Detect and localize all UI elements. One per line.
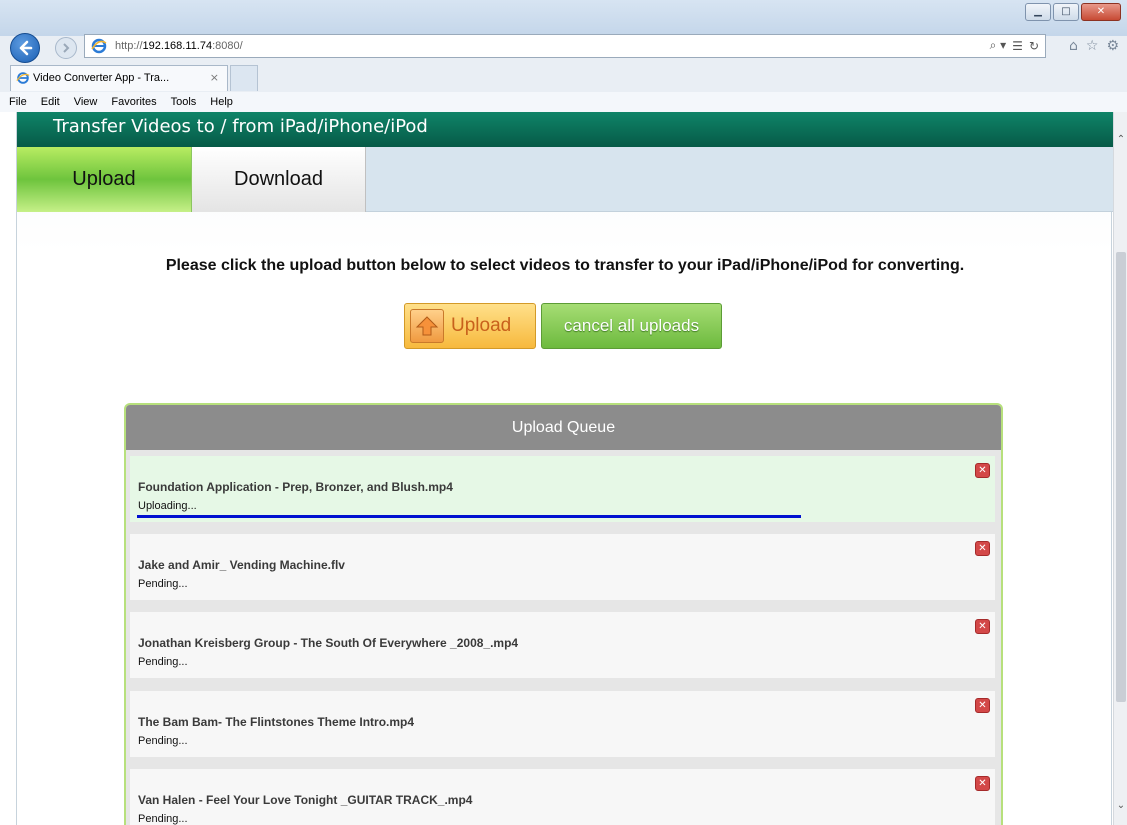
app-frame: Transfer Videos to / from iPad/iPhone/iP… bbox=[16, 112, 1113, 825]
ie-favicon-icon bbox=[16, 72, 30, 84]
upload-instruction: Please click the upload button below to … bbox=[165, 257, 965, 274]
upload-queue: Upload Queue Foundation Application - Pr… bbox=[124, 403, 1003, 825]
queue-item-filename: Jonathan Kreisberg Group - The South Of … bbox=[138, 636, 519, 650]
menu-edit[interactable]: Edit bbox=[41, 96, 60, 108]
search-dropdown-icon[interactable]: ⌕ ▾ bbox=[990, 38, 1007, 53]
gear-icon[interactable]: ⚙ bbox=[1106, 38, 1119, 54]
browser-tab-row: Video Converter App - Tra... × bbox=[0, 64, 1127, 92]
queue-item-filename: Jake and Amir_ Vending Machine.flv bbox=[138, 558, 345, 572]
remove-item-icon[interactable]: ✕ bbox=[975, 541, 990, 556]
page-scrollbar[interactable]: ⌃ ⌄ bbox=[1113, 112, 1127, 825]
menu-view[interactable]: View bbox=[74, 96, 98, 108]
compatibility-view-icon[interactable]: ☰ bbox=[1012, 39, 1023, 53]
queue-item-filename: The Bam Bam- The Flintstones Theme Intro… bbox=[138, 715, 415, 729]
tab-download[interactable]: Download bbox=[192, 147, 366, 212]
window-controls: ▁ □ ✕ bbox=[1025, 3, 1121, 21]
scroll-up-icon[interactable]: ⌃ bbox=[1116, 134, 1126, 145]
remove-item-icon[interactable]: ✕ bbox=[975, 698, 990, 713]
browser-tab-title: Video Converter App - Tra... bbox=[33, 72, 170, 84]
upload-arrow-icon bbox=[410, 309, 444, 343]
menu-bar: File Edit View Favorites Tools Help bbox=[0, 92, 1127, 112]
app-header: Transfer Videos to / from iPad/iPhone/iP… bbox=[17, 112, 1113, 147]
menu-file[interactable]: File bbox=[9, 96, 27, 108]
menu-help[interactable]: Help bbox=[210, 96, 233, 108]
app-tabs: Upload Download bbox=[17, 147, 1113, 212]
queue-item: Jake and Amir_ Vending Machine.flv Pendi… bbox=[130, 534, 995, 600]
scrollbar-thumb[interactable] bbox=[1116, 252, 1126, 702]
home-icon[interactable]: ⌂ bbox=[1069, 38, 1078, 54]
queue-item-status: Pending... bbox=[138, 813, 188, 825]
queue-item-status: Pending... bbox=[138, 578, 188, 590]
star-icon[interactable]: ☆ bbox=[1086, 38, 1099, 54]
upload-queue-title: Upload Queue bbox=[126, 405, 1001, 450]
browser-nav-row: http://192.168.11.74:8080/ ⌕ ▾ ☰ ↻ ⌂ ☆ ⚙ bbox=[0, 30, 1127, 64]
arrow-left-icon bbox=[19, 40, 33, 56]
refresh-icon[interactable]: ↻ bbox=[1029, 39, 1039, 53]
page-viewport: Transfer Videos to / from iPad/iPhone/iP… bbox=[0, 112, 1113, 825]
arrow-right-icon bbox=[63, 43, 70, 53]
scroll-down-icon[interactable]: ⌄ bbox=[1116, 800, 1126, 811]
new-tab-button[interactable] bbox=[230, 65, 258, 91]
queue-item-filename: Van Halen - Feel Your Love Tonight _GUIT… bbox=[138, 793, 473, 807]
minimize-button[interactable]: ▁ bbox=[1025, 3, 1051, 21]
ie-logo-icon bbox=[91, 38, 107, 54]
cancel-all-uploads-button[interactable]: cancel all uploads bbox=[541, 303, 722, 349]
queue-item: Van Halen - Feel Your Love Tonight _GUIT… bbox=[130, 769, 995, 825]
address-tools: ⌕ ▾ ☰ ↻ bbox=[990, 38, 1039, 53]
upload-button[interactable]: Upload bbox=[404, 303, 536, 349]
minimize-icon: ▁ bbox=[1034, 6, 1042, 17]
back-button[interactable] bbox=[10, 33, 40, 63]
address-bar[interactable]: http://192.168.11.74:8080/ ⌕ ▾ ☰ ↻ bbox=[84, 34, 1046, 58]
upload-button-label: Upload bbox=[451, 315, 512, 336]
menu-tools[interactable]: Tools bbox=[171, 96, 197, 108]
close-icon: ✕ bbox=[1096, 6, 1106, 17]
remove-item-icon[interactable]: ✕ bbox=[975, 463, 990, 478]
upload-progress-bar bbox=[137, 515, 801, 518]
queue-item-filename: Foundation Application - Prep, Bronzer, … bbox=[138, 480, 453, 494]
remove-item-icon[interactable]: ✕ bbox=[975, 619, 990, 634]
maximize-icon: □ bbox=[1061, 6, 1071, 17]
maximize-button[interactable]: □ bbox=[1053, 3, 1079, 21]
browser-toolbar-icons: ⌂ ☆ ⚙ bbox=[1069, 38, 1119, 54]
queue-item: Foundation Application - Prep, Bronzer, … bbox=[130, 456, 995, 522]
url-scheme: http:// bbox=[115, 40, 143, 52]
queue-item: Jonathan Kreisberg Group - The South Of … bbox=[130, 612, 995, 678]
queue-item-status: Pending... bbox=[138, 656, 188, 668]
remove-item-icon[interactable]: ✕ bbox=[975, 776, 990, 791]
menu-favorites[interactable]: Favorites bbox=[111, 96, 156, 108]
app-title: Transfer Videos to / from iPad/iPhone/iP… bbox=[53, 116, 428, 137]
close-tab-icon[interactable]: × bbox=[210, 71, 219, 84]
forward-button[interactable] bbox=[55, 37, 77, 59]
url-port: :8080/ bbox=[212, 40, 243, 52]
url-text[interactable]: http://192.168.11.74:8080/ bbox=[115, 40, 243, 52]
url-host: 192.168.11.74 bbox=[142, 40, 213, 52]
queue-item-status: Uploading... bbox=[138, 500, 197, 512]
close-window-button[interactable]: ✕ bbox=[1081, 3, 1121, 21]
queue-item: The Bam Bam- The Flintstones Theme Intro… bbox=[130, 691, 995, 757]
browser-tab[interactable]: Video Converter App - Tra... × bbox=[10, 65, 228, 91]
tab-upload[interactable]: Upload bbox=[17, 147, 192, 212]
queue-item-status: Pending... bbox=[138, 735, 188, 747]
